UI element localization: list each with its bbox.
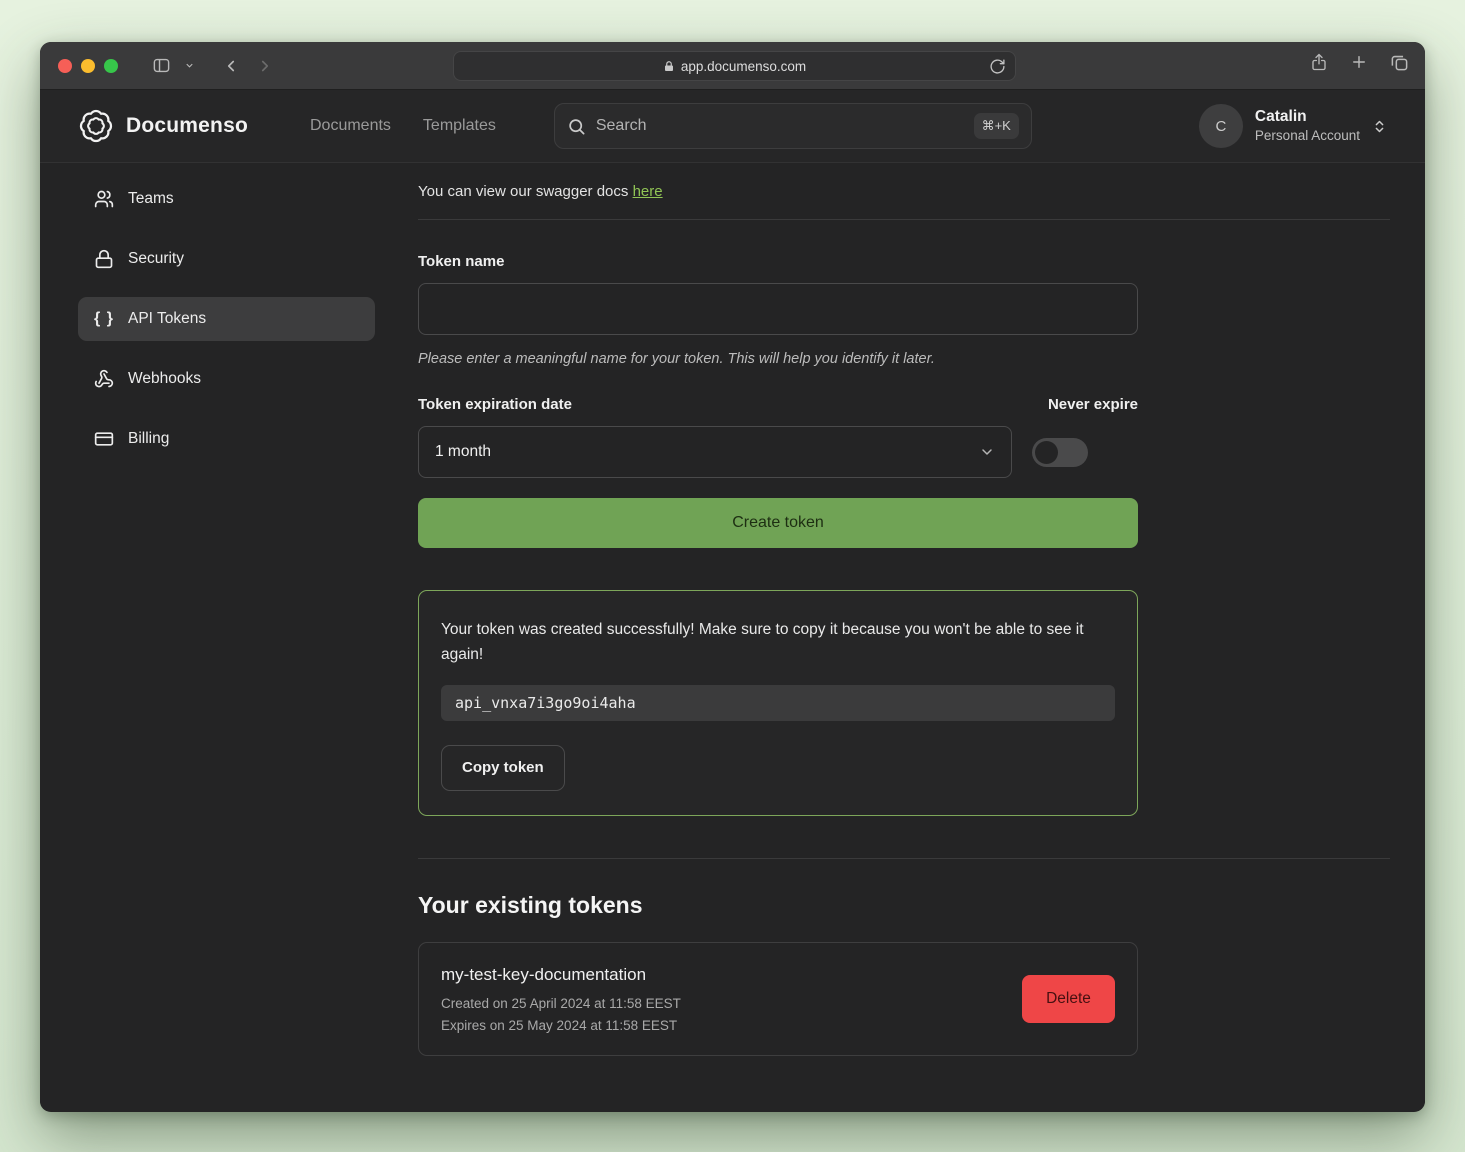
- search-input[interactable]: [596, 117, 964, 135]
- url-text: app.documenso.com: [681, 59, 806, 74]
- webhook-icon: [94, 369, 114, 389]
- users-icon: [94, 189, 114, 209]
- token-name-input[interactable]: [418, 283, 1138, 335]
- forward-icon[interactable]: [250, 52, 280, 80]
- tab-overview-icon[interactable]: [1390, 53, 1409, 72]
- sidebar-item-teams[interactable]: Teams: [78, 177, 375, 221]
- ssl-lock-icon: [663, 60, 675, 73]
- create-token-button[interactable]: Create token: [418, 498, 1138, 548]
- app-header: Documenso Documents Templates ⌘+K C Cata…: [40, 90, 1425, 163]
- swagger-text: You can view our swagger docs: [418, 183, 633, 200]
- token-card-expires: Expires on 25 May 2024 at 11:58 EEST: [441, 1018, 681, 1033]
- chevrons-up-down-icon: [1372, 118, 1387, 135]
- swagger-docs-text: You can view our swagger docs here: [418, 169, 1390, 200]
- close-window-button[interactable]: [58, 59, 72, 73]
- sidebar-chevron-icon[interactable]: [180, 52, 198, 80]
- credit-card-icon: [94, 429, 114, 449]
- search-icon: [567, 117, 586, 136]
- token-name-helper: Please enter a meaningful name for your …: [418, 351, 1138, 367]
- token-name-label: Token name: [418, 253, 1138, 270]
- account-name: Catalin: [1255, 107, 1360, 127]
- traffic-lights: [58, 59, 118, 73]
- address-bar[interactable]: app.documenso.com: [453, 51, 1016, 81]
- back-icon[interactable]: [216, 52, 246, 80]
- sidebar-item-billing[interactable]: Billing: [78, 417, 375, 461]
- browser-window: app.documenso.com Documenso: [40, 42, 1425, 1112]
- token-value-field[interactable]: api_vnxa7i3go9oi4aha: [441, 685, 1115, 721]
- nav-documents[interactable]: Documents: [310, 117, 391, 135]
- copy-token-button[interactable]: Copy token: [441, 745, 565, 791]
- nav-templates[interactable]: Templates: [423, 117, 496, 135]
- never-expire-toggle[interactable]: [1032, 438, 1088, 467]
- settings-sidebar: Teams Security { } API Tokens Webhooks B…: [40, 163, 378, 1111]
- minimize-window-button[interactable]: [81, 59, 95, 73]
- never-expire-label: Never expire: [1048, 396, 1138, 413]
- delete-token-button[interactable]: Delete: [1022, 975, 1115, 1023]
- existing-tokens-heading: Your existing tokens: [418, 892, 1390, 919]
- token-created-message: Your token was created successfully! Mak…: [441, 618, 1115, 668]
- main-nav: Documents Templates: [310, 117, 496, 135]
- api-tokens-content: You can view our swagger docs here Token…: [378, 163, 1425, 1111]
- documenso-logo-icon: [78, 108, 114, 144]
- swagger-docs-link[interactable]: here: [633, 183, 663, 200]
- brand[interactable]: Documenso: [78, 108, 248, 144]
- sidebar-toggle-icon[interactable]: [146, 52, 176, 80]
- reload-icon[interactable]: [989, 58, 1006, 75]
- divider: [418, 858, 1390, 859]
- search-shortcut-badge: ⌘+K: [974, 113, 1019, 139]
- token-card: my-test-key-documentation Created on 25 …: [418, 942, 1138, 1056]
- zoom-window-button[interactable]: [104, 59, 118, 73]
- sidebar-item-api-tokens[interactable]: { } API Tokens: [78, 297, 375, 341]
- divider: [418, 219, 1390, 220]
- sidebar-item-security[interactable]: Security: [78, 237, 375, 281]
- search-bar[interactable]: ⌘+K: [554, 103, 1032, 149]
- account-type: Personal Account: [1255, 127, 1360, 145]
- token-created-alert: Your token was created successfully! Mak…: [418, 590, 1138, 816]
- lock-icon: [94, 249, 114, 269]
- account-menu[interactable]: C Catalin Personal Account: [1199, 104, 1387, 148]
- toggle-knob: [1035, 441, 1058, 464]
- expiration-select[interactable]: 1 month: [418, 426, 1012, 478]
- token-value: api_vnxa7i3go9oi4aha: [455, 694, 636, 712]
- expiration-selected-value: 1 month: [435, 443, 491, 461]
- token-card-name: my-test-key-documentation: [441, 965, 681, 985]
- brand-name: Documenso: [126, 114, 248, 138]
- new-tab-icon[interactable]: [1350, 53, 1368, 71]
- sidebar-item-webhooks[interactable]: Webhooks: [78, 357, 375, 401]
- chevron-down-icon: [979, 444, 995, 460]
- braces-icon: { }: [94, 310, 114, 328]
- sidebar-item-label: Billing: [128, 430, 169, 448]
- sidebar-item-label: Teams: [128, 190, 174, 208]
- sidebar-item-label: API Tokens: [128, 310, 206, 328]
- token-card-created: Created on 25 April 2024 at 11:58 EEST: [441, 996, 681, 1011]
- avatar: C: [1199, 104, 1243, 148]
- sidebar-item-label: Webhooks: [128, 370, 201, 388]
- sidebar-item-label: Security: [128, 250, 184, 268]
- token-expiration-label: Token expiration date: [418, 396, 572, 413]
- share-icon[interactable]: [1310, 52, 1328, 72]
- browser-titlebar: app.documenso.com: [40, 42, 1425, 90]
